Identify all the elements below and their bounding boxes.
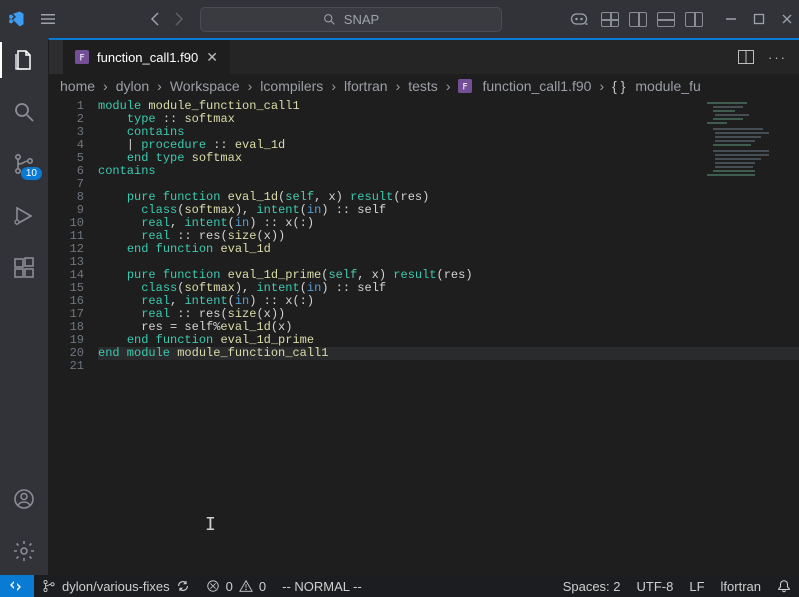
line-number: 21 [48, 360, 84, 373]
layout-split-left-icon[interactable] [629, 12, 647, 27]
code-line[interactable]: end type softmax [98, 152, 799, 165]
layout-split-bottom-icon[interactable] [657, 12, 675, 27]
remote-indicator-icon[interactable] [0, 575, 34, 597]
activity-bar: 10 [0, 38, 48, 575]
code-line[interactable]: type :: softmax [98, 113, 799, 126]
layout-split-right-icon[interactable] [685, 12, 703, 27]
layout-grid-icon[interactable] [601, 12, 619, 27]
activity-explorer-icon[interactable] [10, 46, 38, 74]
status-eol[interactable]: LF [681, 579, 712, 594]
status-vim-mode: -- NORMAL -- [274, 579, 370, 594]
layout-controls[interactable] [601, 12, 703, 27]
line-number-gutter: 123456789101112131415161718192021 [48, 98, 98, 575]
svg-text:F: F [463, 83, 468, 93]
status-error-count: 0 [226, 579, 233, 594]
activity-extensions-icon[interactable] [10, 254, 38, 282]
activity-run-icon[interactable] [10, 202, 38, 230]
breadcrumb-item[interactable]: home [60, 78, 95, 94]
search-placeholder: SNAP [344, 12, 379, 27]
status-encoding[interactable]: UTF-8 [629, 579, 682, 594]
code-content[interactable]: module module_function_call1 type :: sof… [98, 98, 799, 575]
activity-scm-icon[interactable]: 10 [10, 150, 38, 178]
breadcrumb-separator-icon: › [157, 78, 162, 94]
vscode-logo-icon [6, 9, 26, 29]
status-bar: dylon/various-fixes 0 0 -- NORMAL -- Spa… [0, 575, 799, 597]
breadcrumb-separator-icon: › [599, 78, 604, 94]
fortran-file-icon: F [458, 79, 472, 93]
code-editor[interactable]: 123456789101112131415161718192021 module… [48, 98, 799, 575]
breadcrumb-item[interactable]: lfortran [344, 78, 388, 94]
tab-filename: function_call1.f90 [97, 50, 198, 65]
code-line[interactable]: end module module_function_call1 [98, 347, 799, 360]
breadcrumb-separator-icon: › [396, 78, 401, 94]
code-line[interactable] [98, 360, 799, 373]
status-branch-label: dylon/various-fixes [62, 579, 170, 594]
breadcrumbs[interactable]: home › dylon › Workspace › lcompilers › lfortran… [48, 74, 799, 98]
window-maximize-icon[interactable] [753, 13, 765, 25]
breadcrumb-item[interactable]: tests [408, 78, 438, 94]
nav-back-icon[interactable] [146, 11, 162, 27]
breadcrumb-item[interactable]: lcompilers [260, 78, 323, 94]
window-close-icon[interactable] [781, 13, 793, 25]
split-editor-icon[interactable] [738, 50, 754, 64]
status-language[interactable]: lfortran [713, 579, 769, 594]
breadcrumb-separator-icon: › [331, 78, 336, 94]
sync-icon[interactable] [176, 579, 190, 593]
status-indent[interactable]: Spaces: 2 [555, 579, 629, 594]
activity-search-icon[interactable] [10, 98, 38, 126]
code-line[interactable]: contains [98, 165, 799, 178]
status-branch[interactable]: dylon/various-fixes [34, 579, 198, 594]
tab-close-icon[interactable]: ✕ [206, 49, 218, 66]
editor-tab-row: F function_call1.f90 ✕ ··· [48, 38, 799, 74]
breadcrumb-item[interactable]: dylon [116, 78, 149, 94]
status-problems[interactable]: 0 0 [198, 579, 274, 594]
menu-icon[interactable] [38, 9, 58, 29]
command-center-search[interactable]: SNAP [200, 7, 502, 32]
breadcrumb-file[interactable]: function_call1.f90 [482, 78, 591, 94]
breadcrumb-separator-icon: › [446, 78, 451, 94]
text-cursor-icon: I [205, 518, 216, 531]
fortran-file-icon: F [75, 50, 89, 64]
code-line[interactable]: end function eval_1d [98, 243, 799, 256]
svg-text:F: F [79, 54, 84, 64]
status-bell-icon[interactable] [769, 579, 799, 593]
title-bar: SNAP [0, 0, 799, 38]
activity-account-icon[interactable] [10, 485, 38, 513]
scm-badge: 10 [21, 167, 42, 180]
nav-forward-icon[interactable] [172, 11, 188, 27]
status-warning-count: 0 [259, 579, 266, 594]
copilot-icon[interactable] [569, 9, 589, 29]
editor-tab[interactable]: F function_call1.f90 ✕ [63, 40, 231, 74]
breadcrumb-symbol[interactable]: module_fu [635, 78, 700, 94]
activity-settings-icon[interactable] [10, 537, 38, 565]
editor-more-icon[interactable]: ··· [768, 50, 787, 65]
breadcrumb-separator-icon: › [103, 78, 108, 94]
window-minimize-icon[interactable] [725, 13, 737, 25]
breadcrumb-item[interactable]: Workspace [170, 78, 240, 94]
symbol-namespace-icon: { } [612, 78, 625, 94]
breadcrumb-separator-icon: › [248, 78, 253, 94]
